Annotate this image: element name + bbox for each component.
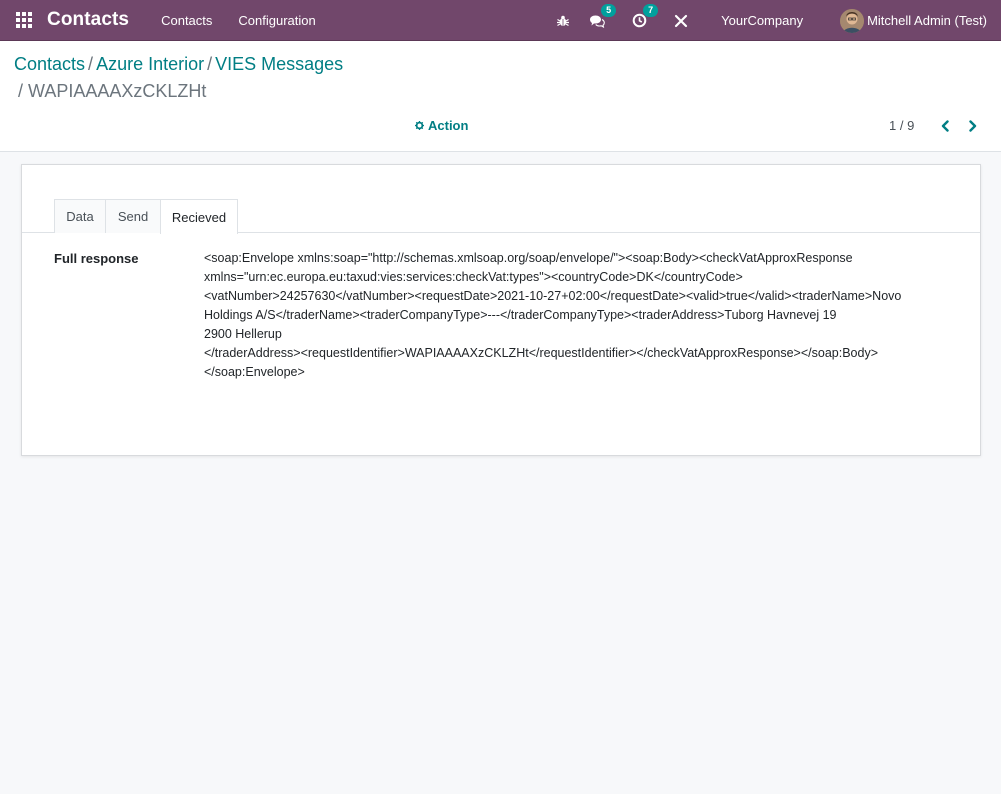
form-sheet: Data Send Recieved Full response <soap:E… bbox=[21, 164, 981, 456]
navbar-systray: 5 7 YourCompany Mitchell Admin (Test) bbox=[555, 0, 1001, 41]
apps-menu-icon[interactable] bbox=[13, 9, 35, 31]
user-avatar bbox=[840, 8, 865, 33]
tab-send[interactable]: Send bbox=[105, 199, 161, 233]
pager-value[interactable]: 1 / 9 bbox=[889, 118, 914, 133]
control-panel: Contacts / Azure Interior / VIES Messages / … bbox=[0, 41, 1001, 152]
menu-item-configuration[interactable]: Configuration bbox=[238, 13, 315, 28]
tab-recieved[interactable]: Recieved bbox=[160, 199, 238, 234]
activities-clock-icon[interactable]: 7 bbox=[631, 3, 659, 29]
action-menu-button[interactable]: Action bbox=[415, 118, 468, 133]
breadcrumb-current-record: / WAPIAAAAXzCKLZHt bbox=[18, 81, 207, 101]
pager-previous-icon[interactable] bbox=[938, 119, 952, 133]
action-label: Action bbox=[428, 118, 469, 133]
tab-data[interactable]: Data bbox=[54, 199, 106, 233]
app-name[interactable]: Contacts bbox=[47, 9, 129, 31]
notebook-tabs: Data Send Recieved bbox=[22, 199, 980, 234]
breadcrumb: Contacts / Azure Interior / VIES Messages bbox=[14, 54, 344, 74]
menu-item-contacts[interactable]: Contacts bbox=[161, 13, 212, 28]
breadcrumb-item-contacts[interactable]: Contacts bbox=[14, 54, 85, 74]
top-navbar: Contacts Contacts Configuration 5 7 Your… bbox=[0, 0, 1001, 41]
debug-bug-icon[interactable] bbox=[555, 13, 571, 29]
activities-count-badge: 7 bbox=[643, 3, 659, 17]
full-response-label: Full response bbox=[54, 251, 139, 266]
full-response-value: <soap:Envelope xmlns:soap="http://schema… bbox=[204, 251, 902, 379]
gear-icon bbox=[415, 121, 424, 130]
messages-count-badge: 5 bbox=[601, 3, 617, 17]
user-name: Mitchell Admin (Test) bbox=[867, 13, 987, 28]
breadcrumb-item-azure-interior[interactable]: Azure Interior bbox=[96, 54, 204, 74]
company-switcher[interactable]: YourCompany bbox=[721, 13, 803, 28]
user-menu[interactable]: Mitchell Admin (Test) bbox=[840, 8, 987, 33]
messages-chat-icon[interactable]: 5 bbox=[589, 3, 617, 29]
breadcrumb-item-vies-messages[interactable]: VIES Messages bbox=[215, 54, 343, 74]
pager-next-icon[interactable] bbox=[966, 119, 980, 133]
tools-cross-icon[interactable] bbox=[673, 13, 689, 29]
